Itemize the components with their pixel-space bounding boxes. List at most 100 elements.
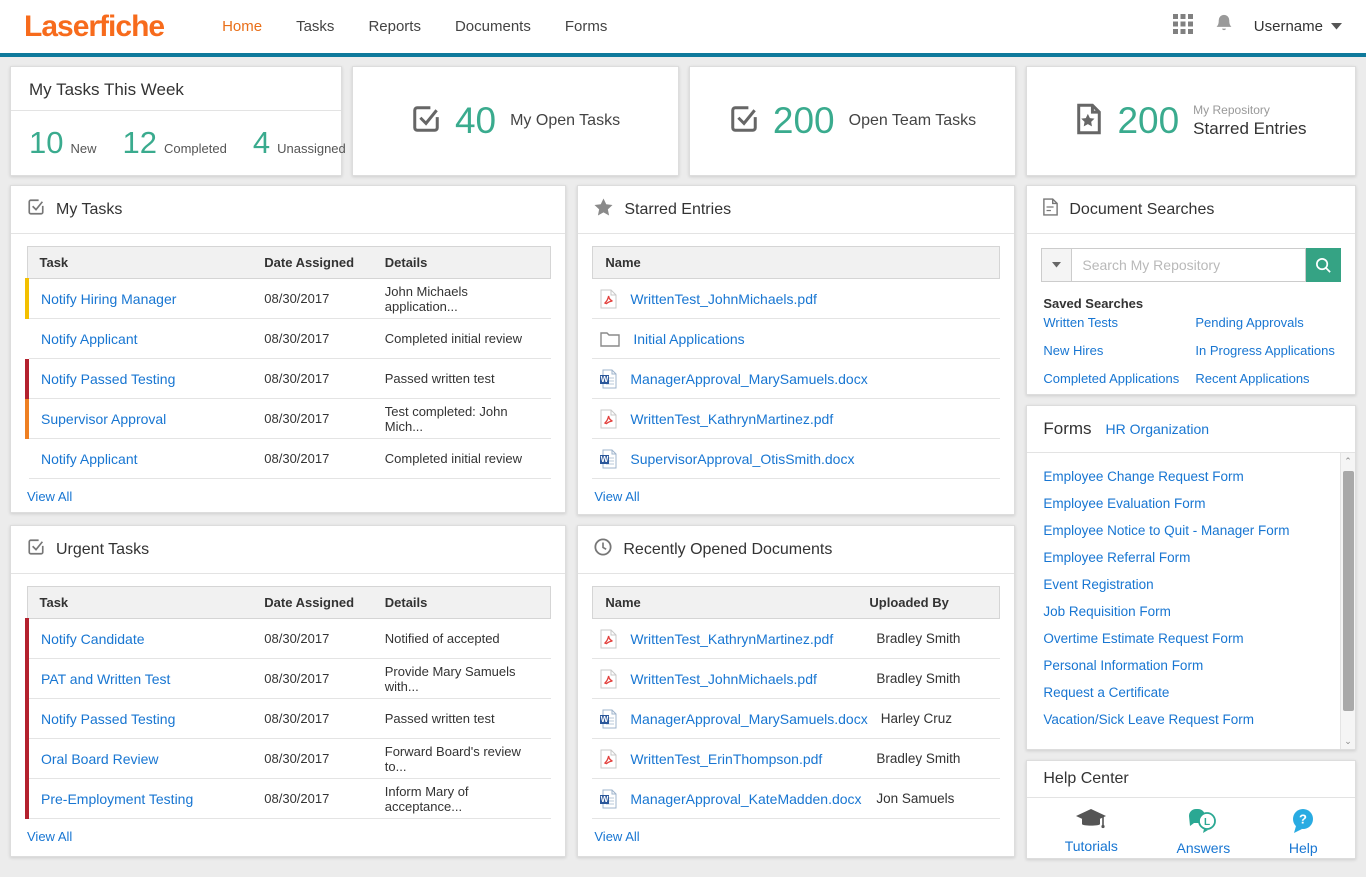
search-input[interactable] bbox=[1072, 248, 1306, 282]
entry-link[interactable]: WrittenTest_JohnMichaels.pdf bbox=[630, 291, 817, 307]
form-link[interactable]: Personal Information Form bbox=[1043, 658, 1203, 673]
task-link[interactable]: Pre-Employment Testing bbox=[41, 791, 193, 807]
view-all-link[interactable]: View All bbox=[594, 829, 639, 844]
task-link[interactable]: Notify Candidate bbox=[41, 631, 145, 647]
col-name: Name bbox=[605, 595, 640, 610]
saved-search-link[interactable]: Written Tests bbox=[1043, 315, 1195, 330]
date-cell: 08/30/2017 bbox=[252, 359, 372, 399]
search-button[interactable] bbox=[1306, 248, 1341, 282]
col-name: Name bbox=[605, 255, 640, 270]
form-link[interactable]: Job Requisition Form bbox=[1043, 604, 1171, 619]
entry-link[interactable]: Initial Applications bbox=[633, 331, 744, 347]
uploaded-by-cell: Harley Cruz bbox=[881, 711, 995, 726]
view-all-link[interactable]: View All bbox=[27, 829, 72, 844]
form-link[interactable]: Employee Referral Form bbox=[1043, 550, 1190, 565]
star-icon bbox=[594, 198, 613, 221]
form-link[interactable]: Employee Evaluation Form bbox=[1043, 496, 1205, 511]
folder-icon bbox=[600, 330, 620, 347]
document-link[interactable]: ManagerApproval_KateMadden.docx bbox=[630, 791, 861, 807]
saved-search-link[interactable]: In Progress Applications bbox=[1195, 343, 1339, 358]
scroll-up-arrow[interactable]: ⌃ bbox=[1341, 453, 1355, 469]
table-row: Notify Candidate 08/30/2017 Notified of … bbox=[27, 619, 551, 659]
nav-reports[interactable]: Reports bbox=[368, 18, 421, 35]
entry-link[interactable]: WrittenTest_KathrynMartinez.pdf bbox=[630, 411, 833, 427]
form-link[interactable]: Overtime Estimate Request Form bbox=[1043, 631, 1243, 646]
document-link[interactable]: WrittenTest_ErinThompson.pdf bbox=[630, 751, 822, 767]
forms-scrollbar[interactable]: ⌃ ⌄ bbox=[1340, 453, 1355, 749]
hr-organization-link[interactable]: HR Organization bbox=[1106, 421, 1210, 437]
chevron-down-icon bbox=[1052, 262, 1061, 268]
saved-search-link[interactable]: Pending Approvals bbox=[1195, 315, 1339, 330]
pdf-file-icon bbox=[600, 289, 617, 309]
document-link[interactable]: WrittenTest_KathrynMartinez.pdf bbox=[630, 631, 833, 647]
open-tasks-count: 40 bbox=[455, 100, 496, 142]
form-link[interactable]: Employee Change Request Form bbox=[1043, 469, 1243, 484]
task-link[interactable]: Supervisor Approval bbox=[41, 411, 166, 427]
nav-forms[interactable]: Forms bbox=[565, 18, 608, 35]
col-uploaded-by: Uploaded By bbox=[869, 595, 987, 610]
details-cell: Passed written test bbox=[373, 699, 551, 739]
nav-home[interactable]: Home bbox=[222, 18, 262, 35]
username-label: Username bbox=[1254, 18, 1323, 35]
help-item-help[interactable]: ? Help bbox=[1289, 808, 1318, 856]
task-link[interactable]: Notify Passed Testing bbox=[41, 371, 175, 387]
task-link[interactable]: Notify Passed Testing bbox=[41, 711, 175, 727]
my-tasks-panel: My Tasks Task Date Assigned Details Noti… bbox=[10, 185, 566, 513]
task-check-icon bbox=[729, 104, 759, 139]
details-cell: Forward Board's review to... bbox=[373, 739, 551, 779]
help-item-answers[interactable]: L Answers bbox=[1177, 808, 1231, 856]
date-cell: 08/30/2017 bbox=[252, 399, 372, 439]
answers-link[interactable]: Answers bbox=[1177, 840, 1231, 856]
panel-title: Forms bbox=[1043, 419, 1091, 439]
task-link[interactable]: Notify Applicant bbox=[41, 331, 138, 347]
document-link[interactable]: WrittenTest_JohnMichaels.pdf bbox=[630, 671, 817, 687]
form-link[interactable]: Vacation/Sick Leave Request Form bbox=[1043, 712, 1254, 727]
entry-link[interactable]: SupervisorApproval_OtisSmith.docx bbox=[630, 451, 854, 467]
search-scope-dropdown[interactable] bbox=[1041, 248, 1072, 282]
saved-search-link[interactable]: New Hires bbox=[1043, 343, 1195, 358]
entry-link[interactable]: ManagerApproval_MarySamuels.docx bbox=[630, 371, 867, 387]
document-icon bbox=[1043, 198, 1058, 221]
nav-tasks[interactable]: Tasks bbox=[296, 18, 334, 35]
uploaded-by-cell: Bradley Smith bbox=[876, 671, 994, 686]
table-row: Notify Passed Testing 08/30/2017 Passed … bbox=[27, 699, 551, 739]
date-cell: 08/30/2017 bbox=[252, 619, 372, 659]
document-link[interactable]: ManagerApproval_MarySamuels.docx bbox=[630, 711, 867, 727]
saved-search-link[interactable]: Completed Applications bbox=[1043, 371, 1195, 386]
task-link[interactable]: PAT and Written Test bbox=[41, 671, 170, 687]
col-task: Task bbox=[27, 587, 252, 619]
details-cell: Inform Mary of acceptance... bbox=[373, 779, 551, 819]
details-cell: Completed initial review bbox=[373, 439, 551, 479]
form-link[interactable]: Request a Certificate bbox=[1043, 685, 1169, 700]
user-menu[interactable]: Username bbox=[1254, 18, 1342, 35]
app-grid-icon[interactable] bbox=[1172, 13, 1194, 40]
form-link[interactable]: Event Registration bbox=[1043, 577, 1153, 592]
starred-main-label: Starred Entries bbox=[1193, 118, 1306, 139]
list-item: Initial Applications bbox=[592, 319, 1000, 359]
task-link[interactable]: Oral Board Review bbox=[41, 751, 159, 767]
details-cell: Completed initial review bbox=[373, 319, 551, 359]
table-row: Notify Hiring Manager 08/30/2017 John Mi… bbox=[27, 279, 551, 319]
table-row: Notify Applicant 08/30/2017 Completed in… bbox=[27, 319, 551, 359]
help-link[interactable]: Help bbox=[1289, 840, 1318, 856]
help-item-tutorials[interactable]: Tutorials bbox=[1065, 808, 1118, 856]
task-link[interactable]: Notify Hiring Manager bbox=[41, 291, 176, 307]
task-check-icon bbox=[411, 104, 441, 139]
new-label: New bbox=[70, 141, 96, 156]
scrollbar-thumb[interactable] bbox=[1343, 471, 1354, 711]
details-cell: John Michaels application... bbox=[373, 279, 551, 319]
task-link[interactable]: Notify Applicant bbox=[41, 451, 138, 467]
notification-bell-icon[interactable] bbox=[1214, 13, 1234, 40]
my-tasks-table: Task Date Assigned Details Notify Hiring… bbox=[25, 246, 551, 479]
date-cell: 08/30/2017 bbox=[252, 739, 372, 779]
scroll-down-arrow[interactable]: ⌄ bbox=[1341, 733, 1355, 749]
nav-documents[interactable]: Documents bbox=[455, 18, 531, 35]
starred-entries-card: 200 My Repository Starred Entries bbox=[1026, 66, 1356, 176]
table-row: Notify Passed Testing 08/30/2017 Passed … bbox=[27, 359, 551, 399]
panel-title: Starred Entries bbox=[624, 201, 731, 219]
tutorials-link[interactable]: Tutorials bbox=[1065, 838, 1118, 854]
form-link[interactable]: Employee Notice to Quit - Manager Form bbox=[1043, 523, 1289, 538]
view-all-link[interactable]: View All bbox=[594, 489, 639, 504]
view-all-link[interactable]: View All bbox=[27, 489, 72, 504]
saved-search-link[interactable]: Recent Applications bbox=[1195, 371, 1339, 386]
